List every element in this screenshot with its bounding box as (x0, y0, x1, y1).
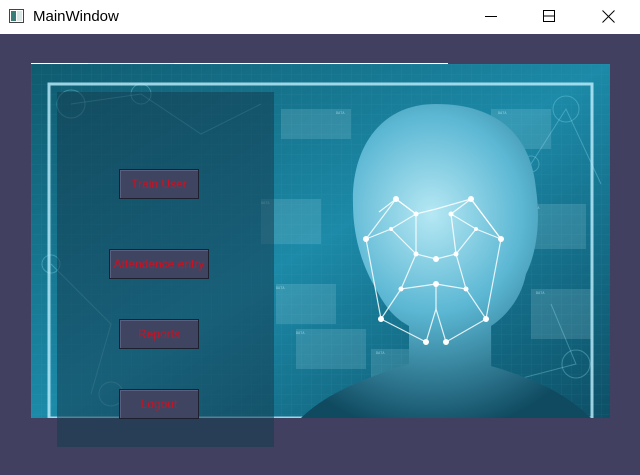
app-icon (9, 9, 24, 23)
window-title: MainWindow (33, 8, 119, 25)
close-icon[interactable] (602, 10, 615, 23)
logout-button[interactable]: Logout (119, 389, 199, 419)
svg-text:DATA: DATA (536, 291, 545, 295)
svg-text:DATA: DATA (498, 111, 507, 115)
train-user-button[interactable]: Train User (119, 169, 199, 199)
svg-text:DATA: DATA (296, 331, 305, 335)
svg-text:DATA: DATA (336, 111, 345, 115)
minimize-icon[interactable] (484, 10, 498, 24)
svg-text:DATA: DATA (276, 286, 285, 290)
svg-text:DATA: DATA (376, 351, 385, 355)
attendance-entry-button[interactable]: Attendence entry (109, 249, 209, 279)
maximize-icon[interactable] (543, 10, 556, 23)
reports-button[interactable]: Reports (119, 319, 199, 349)
